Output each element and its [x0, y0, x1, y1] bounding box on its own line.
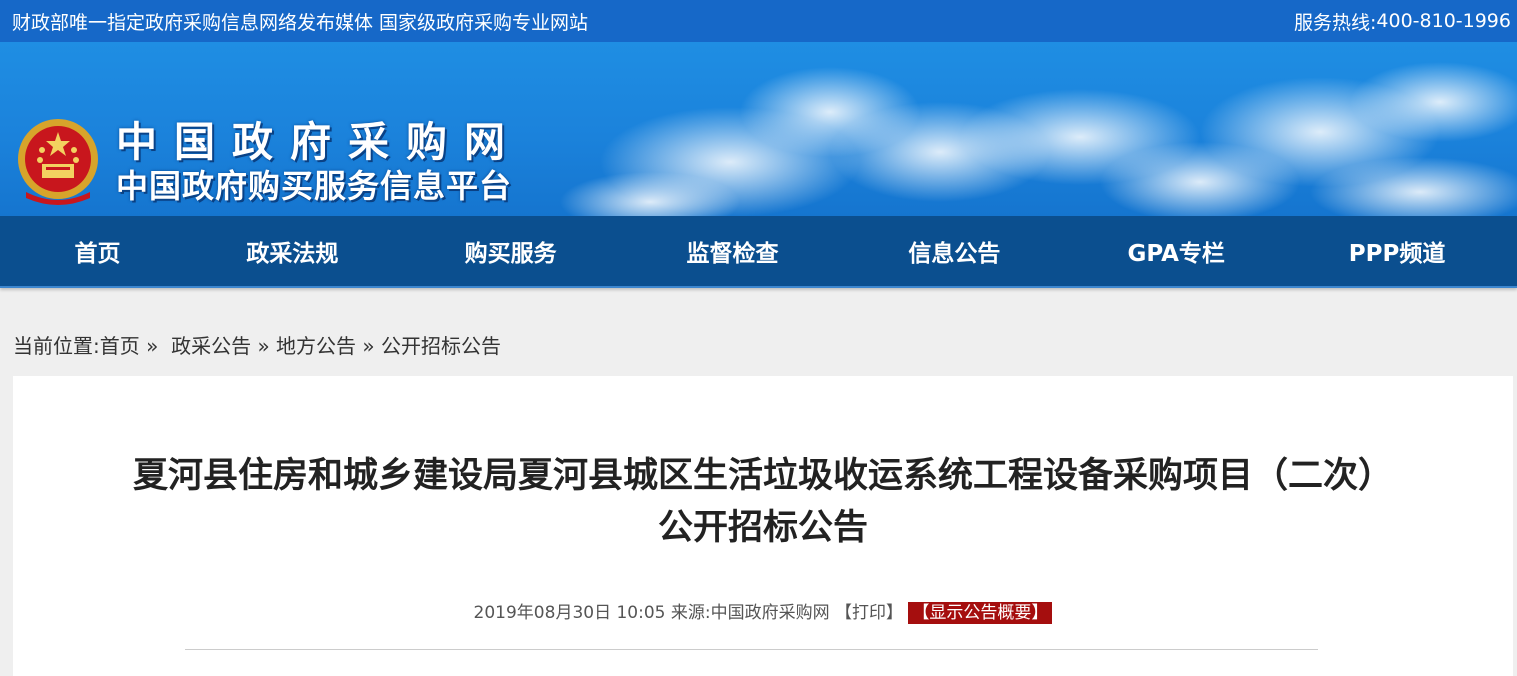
logo-title: 中国政府采购网 [116, 118, 522, 166]
clouds-decoration [560, 62, 1517, 216]
main-nav: 首页 政采法规 购买服务 监督检查 信息公告 GPA专栏 PPP频道 [0, 216, 1517, 288]
source-name: 中国政府采购网 [710, 603, 830, 623]
print-button[interactable]: 【打印】 [835, 603, 903, 623]
breadcrumb: 当前位置:首页 » 政采公告 » 地方公告 » 公开招标公告 [13, 330, 501, 359]
site-logo[interactable]: 中国政府采购网 中国政府购买服务信息平台 www.ccgp.gov.cn [116, 118, 522, 216]
national-emblem-icon [18, 119, 98, 205]
site-banner: 中国政府采购网 中国政府购买服务信息平台 www.ccgp.gov.cn [0, 42, 1517, 216]
article-meta: 2019年08月30日 10:05 来源:中国政府采购网 【打印】 【显示公告概… [13, 598, 1513, 624]
hotline: 服务热线: 400-810-1996 [1294, 8, 1511, 35]
article-title-line-1: 夏河县住房和城乡建设局夏河县城区生活垃圾收运系统工程设备采购项目（二次） [132, 456, 1393, 496]
nav-item-announcements[interactable]: 信息公告 [833, 234, 1075, 268]
article-title-line-2: 公开招标公告 [657, 508, 868, 548]
nav-item-regulations[interactable]: 政采法规 [195, 234, 390, 268]
site-slogan: 财政部唯一指定政府采购信息网络发布媒体 国家级政府采购专业网站 [12, 11, 589, 34]
logo-subtitle: 中国政府购买服务信息平台 [116, 167, 513, 205]
nav-item-home[interactable]: 首页 [0, 234, 195, 268]
breadcrumb-separator: » [146, 334, 159, 358]
breadcrumb-home[interactable]: 首页 [100, 334, 140, 358]
logo-url: www.ccgp.gov.cn [208, 206, 522, 216]
article-title: 夏河县住房和城乡建设局夏河县城区生活垃圾收运系统工程设备采购项目（二次） 公开招… [13, 450, 1513, 554]
breadcrumb-local-notices[interactable]: 地方公告 [276, 334, 356, 358]
top-info-bar: 财政部唯一指定政府采购信息网络发布媒体 国家级政府采购专业网站 服务热线: 40… [0, 0, 1517, 42]
content-divider [185, 649, 1318, 650]
show-summary-button[interactable]: 【显示公告概要】 [908, 602, 1053, 624]
nav-item-ppp[interactable]: PPP频道 [1277, 234, 1517, 268]
breadcrumb-prefix: 当前位置: [13, 334, 100, 358]
nav-item-supervision[interactable]: 监督检查 [632, 234, 834, 268]
hotline-number: 400-810-1996 [1376, 10, 1511, 32]
breadcrumb-separator: » [257, 334, 270, 358]
nav-item-gpa[interactable]: GPA专栏 [1075, 234, 1277, 268]
breadcrumb-procurement-notices[interactable]: 政采公告 [171, 334, 251, 358]
breadcrumb-separator: » [362, 334, 375, 358]
breadcrumb-open-tender[interactable]: 公开招标公告 [381, 334, 501, 358]
source-label: 来源: [670, 603, 711, 623]
hotline-label: 服务热线: [1293, 11, 1377, 34]
nav-item-purchase-services[interactable]: 购买服务 [390, 234, 632, 268]
publish-date: 2019年08月30日 10:05 [473, 603, 666, 623]
